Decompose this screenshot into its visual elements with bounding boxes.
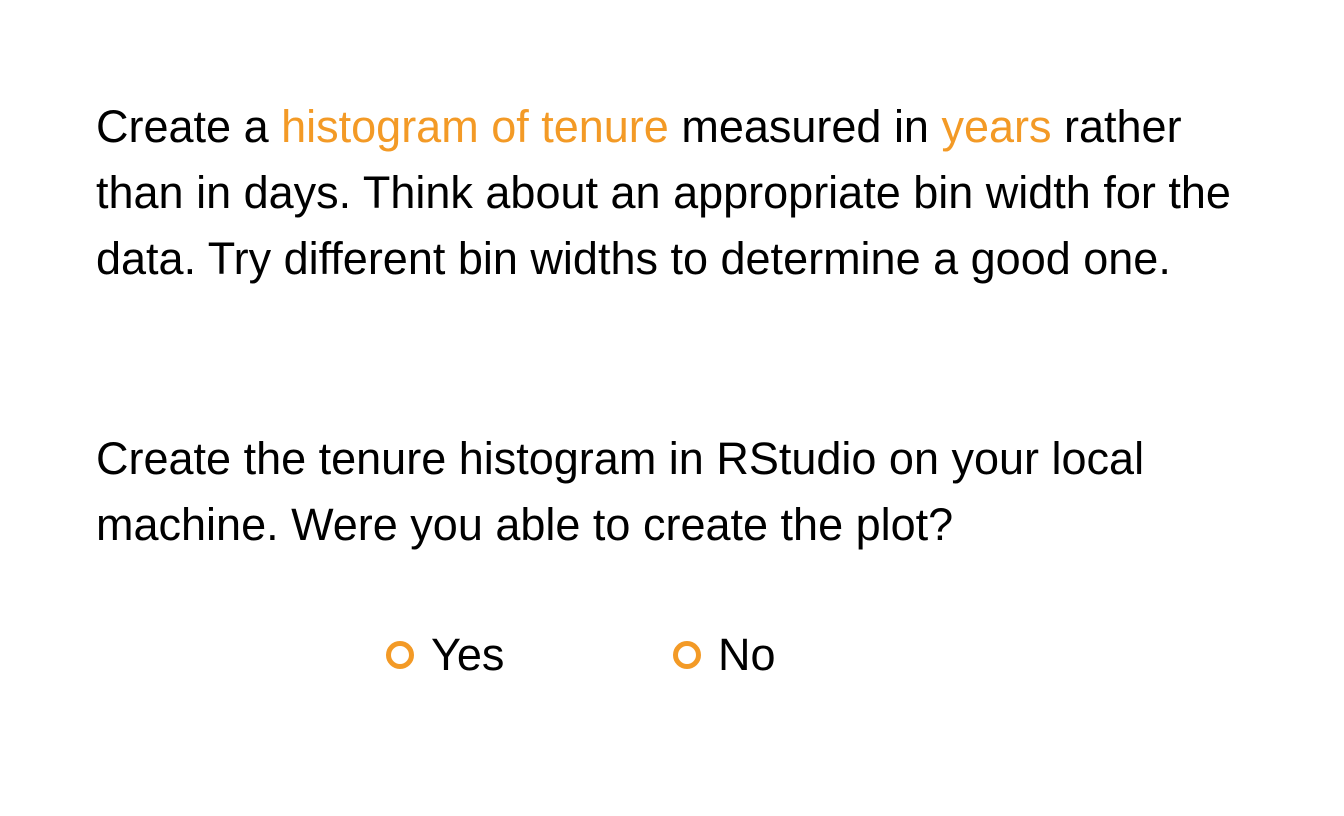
question-text: Create the tenure histogram in RStudio o… bbox=[96, 433, 1145, 550]
choice-no-label[interactable]: No bbox=[718, 622, 776, 688]
prompt-highlight-years: years bbox=[941, 101, 1052, 152]
radio-circle-icon[interactable] bbox=[673, 641, 701, 669]
choice-no[interactable]: No bbox=[673, 622, 776, 688]
prompt-text-2: measured in bbox=[668, 101, 942, 152]
radio-circle-icon[interactable] bbox=[386, 641, 414, 669]
quiz-page: Create a histogram of tenure measured in… bbox=[0, 0, 1344, 816]
choice-yes[interactable]: Yes bbox=[386, 622, 504, 688]
prompt-text-1: Create a bbox=[96, 101, 282, 152]
prompt-paragraph: Create a histogram of tenure measured in… bbox=[96, 94, 1276, 292]
prompt-highlight-histogram: histogram of tenure bbox=[281, 101, 669, 152]
choice-yes-label[interactable]: Yes bbox=[431, 622, 504, 688]
